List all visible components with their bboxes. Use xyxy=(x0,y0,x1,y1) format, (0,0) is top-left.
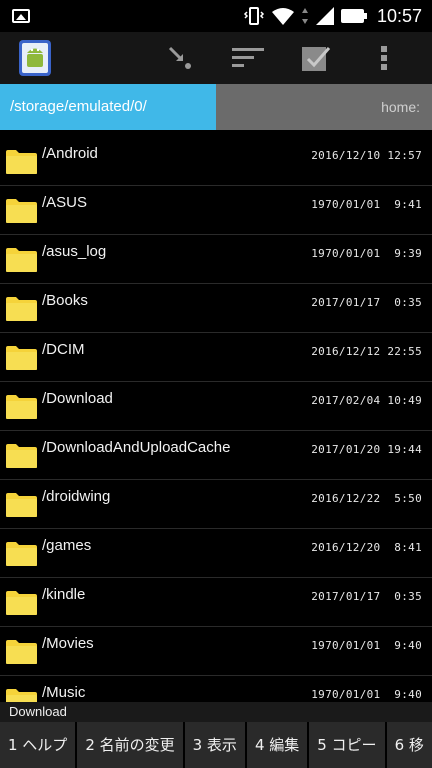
overflow-menu-button[interactable] xyxy=(350,32,418,84)
wifi-icon xyxy=(271,8,294,25)
file-row[interactable]: /kindle 2017/01/17 0:35 xyxy=(0,578,432,627)
file-name: /asus_log xyxy=(42,243,107,260)
file-date: 2016/12/12 22:55 xyxy=(311,345,422,358)
status-time: 10:57 xyxy=(376,5,422,26)
jump-button[interactable] xyxy=(146,32,214,84)
file-date: 1970/01/01 9:40 xyxy=(311,688,422,701)
file-date: 2017/01/17 0:35 xyxy=(311,590,422,603)
app-bar xyxy=(0,32,432,84)
file-row[interactable]: /droidwing 2016/12/22 5:50 xyxy=(0,480,432,529)
folder-icon xyxy=(5,393,38,420)
file-date: 2017/02/04 10:49 xyxy=(311,394,422,407)
file-date: 2016/12/10 12:57 xyxy=(311,149,422,162)
file-row[interactable]: /ASUS 1970/01/01 9:41 xyxy=(0,186,432,235)
sort-button[interactable] xyxy=(214,32,282,84)
function-key-bar: 1 ヘルプ 2 名前の変更 3 表示 4 編集 5 コピー 6 移 xyxy=(0,722,432,768)
file-row[interactable]: /Movies 1970/01/01 9:40 xyxy=(0,627,432,676)
file-date: 1970/01/01 9:40 xyxy=(311,639,422,652)
vibrate-icon xyxy=(243,7,265,25)
folder-icon xyxy=(5,197,38,224)
folder-icon xyxy=(5,491,38,518)
file-date: 2016/12/20 8:41 xyxy=(311,541,422,554)
image-notification-icon xyxy=(12,9,30,23)
signal-icon xyxy=(315,7,334,25)
file-row[interactable]: /asus_log 1970/01/01 9:39 xyxy=(0,235,432,284)
checkbox-icon xyxy=(302,47,331,71)
folder-icon xyxy=(5,442,38,469)
battery-icon xyxy=(340,9,367,23)
folder-icon xyxy=(5,344,38,371)
function-key-2[interactable]: 2 名前の変更 xyxy=(77,722,183,768)
more-vert-icon xyxy=(381,46,387,70)
folder-icon xyxy=(5,295,38,322)
file-date: 2017/01/20 19:44 xyxy=(311,443,422,456)
file-name: /DownloadAndUploadCache xyxy=(42,439,231,456)
arrow-down-right-icon xyxy=(168,46,191,69)
function-key-6[interactable]: 6 移 xyxy=(386,722,432,768)
status-bar: 10:57 xyxy=(0,0,432,32)
data-arrows-icon xyxy=(301,8,308,24)
folder-icon xyxy=(5,687,38,702)
file-name: /DCIM xyxy=(42,341,85,358)
function-key-3[interactable]: 3 表示 xyxy=(184,722,245,768)
folder-icon xyxy=(5,638,38,665)
folder-icon xyxy=(5,148,38,175)
current-path-tab[interactable]: /storage/emulated/0/ xyxy=(0,84,216,130)
file-name: /Music xyxy=(42,684,86,701)
sort-icon xyxy=(232,48,264,67)
app-logo-icon[interactable] xyxy=(18,39,52,77)
function-key-1[interactable]: 1 ヘルプ xyxy=(0,722,76,768)
file-name: /Download xyxy=(42,390,113,407)
home-path-tab[interactable]: home: xyxy=(216,84,432,130)
file-name: /droidwing xyxy=(42,488,111,505)
file-row[interactable]: /Android 2016/12/10 12:57 xyxy=(0,137,432,186)
function-key-4[interactable]: 4 編集 xyxy=(246,722,308,768)
folder-icon xyxy=(5,246,38,273)
file-name: /games xyxy=(42,537,92,554)
file-row[interactable]: /DownloadAndUploadCache 2017/01/20 19:44 xyxy=(0,431,432,480)
file-row[interactable]: /games 2016/12/20 8:41 xyxy=(0,529,432,578)
file-name: /Books xyxy=(42,292,88,309)
file-row[interactable]: /Download 2017/02/04 10:49 xyxy=(0,382,432,431)
file-name: /Movies xyxy=(42,635,94,652)
file-date: 1970/01/01 9:41 xyxy=(311,198,422,211)
file-date: 2017/01/17 0:35 xyxy=(311,296,422,309)
file-date: 2016/12/22 5:50 xyxy=(311,492,422,505)
file-name: /ASUS xyxy=(42,194,88,211)
selected-item-label: Download xyxy=(0,702,432,722)
folder-icon xyxy=(5,589,38,616)
file-list: /Android 2016/12/10 12:57/ASUS 1970/01/01 … xyxy=(0,137,432,702)
file-date: 1970/01/01 9:39 xyxy=(311,247,422,260)
folder-icon xyxy=(5,540,38,567)
file-row[interactable]: /Music 1970/01/01 9:40 xyxy=(0,676,432,702)
function-key-5[interactable]: 5 コピー xyxy=(309,722,385,768)
file-name: /Android xyxy=(42,145,98,162)
file-row[interactable]: /Books 2017/01/17 0:35 xyxy=(0,284,432,333)
select-button[interactable] xyxy=(282,32,350,84)
file-name: /kindle xyxy=(42,586,86,603)
path-bar: /storage/emulated/0/ home: xyxy=(0,84,432,130)
file-row[interactable]: /DCIM 2016/12/12 22:55 xyxy=(0,333,432,382)
